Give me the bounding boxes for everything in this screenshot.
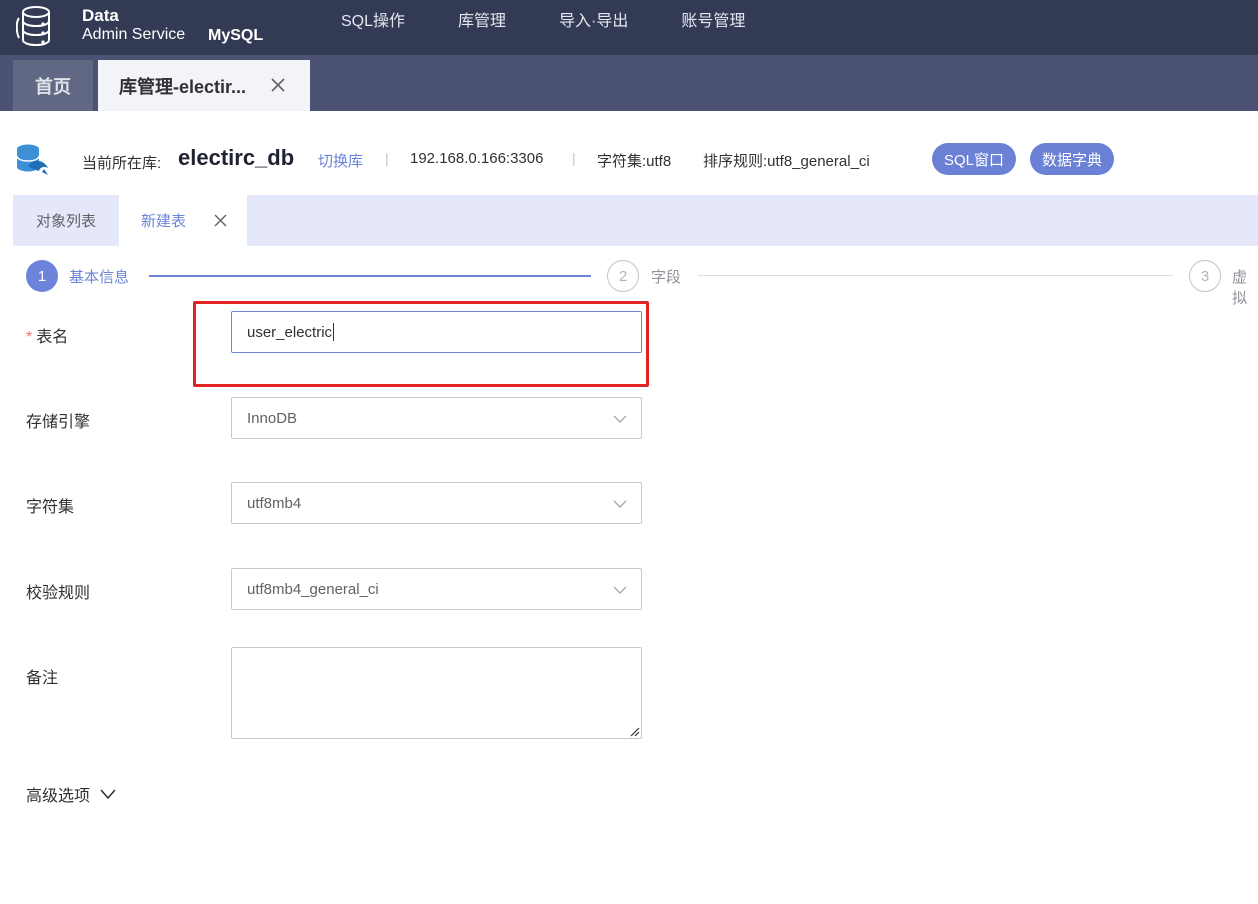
comment-textarea[interactable] (231, 647, 642, 739)
step-2-label: 字段 (651, 269, 682, 286)
advanced-options-label: 高级选项 (26, 788, 91, 805)
advanced-options-toggle[interactable]: 高级选项 (26, 782, 116, 806)
collation-value: utf8mb4_general_ci (247, 580, 379, 598)
top-bar: Data Admin Service MySQL SQL操作 库管理 导入·导出… (0, 0, 1258, 55)
text-caret (333, 323, 335, 341)
resize-grip-icon[interactable] (628, 725, 640, 737)
comment-label: 备注 (26, 670, 59, 687)
engine-value: InnoDB (247, 409, 298, 427)
collation-select[interactable]: utf8mb4_general_ci (231, 568, 642, 610)
tab-db-manage-label: 库管理-electir... (119, 76, 247, 97)
nav-account-manage[interactable]: 账号管理 (681, 12, 745, 32)
db-type-label: MySQL (208, 27, 264, 44)
step-connector (698, 275, 1173, 276)
step-2-circle: 2 (607, 260, 639, 292)
data-dictionary-button[interactable]: 数据字典 (1030, 143, 1114, 175)
tab-db-manage[interactable]: 库管理-electir... (98, 60, 310, 111)
table-name-label-text: 表名 (36, 329, 69, 346)
tab-new-table-label: 新建表 (141, 213, 187, 230)
step-3-circle: 3 (1189, 260, 1221, 292)
chevron-down-icon (613, 500, 627, 508)
divider: | (385, 150, 389, 166)
step-1-label: 基本信息 (69, 269, 130, 286)
db-info-bar: 当前所在库: electirc_db 切换库 | 192.168.0.166:3… (0, 111, 1258, 195)
tab-home[interactable]: 首页 (13, 60, 93, 111)
nav-sql-ops[interactable]: SQL操作 (341, 12, 405, 32)
host-address: 192.168.0.166:3306 (410, 150, 544, 167)
step-1-circle: 1 (26, 260, 58, 292)
close-icon[interactable] (269, 76, 287, 94)
chevron-down-icon (100, 789, 116, 800)
current-db-label: 当前所在库: (82, 155, 162, 172)
chevron-down-icon (613, 415, 627, 423)
step-connector (149, 275, 591, 277)
charset-value: utf8mb4 (247, 494, 302, 512)
close-icon[interactable] (213, 213, 228, 228)
sql-window-button[interactable]: SQL窗口 (932, 143, 1016, 175)
tab-object-list[interactable]: 对象列表 (13, 195, 119, 246)
table-name-value: user_electric (247, 323, 333, 341)
charset-label: 字符集 (26, 499, 75, 516)
table-name-label: * 表名 (26, 323, 68, 347)
mysql-db-icon (16, 144, 48, 175)
sub-tab-strip: 对象列表 新建表 (13, 195, 1258, 246)
db-collation: 排序规则:utf8_general_ci (703, 153, 870, 170)
divider: | (572, 150, 576, 166)
nav-import-export[interactable]: 导入·导出 (559, 12, 628, 32)
database-logo-icon (16, 6, 50, 47)
charset-select[interactable]: utf8mb4 (231, 482, 642, 524)
switch-db-link[interactable]: 切换库 (318, 150, 363, 171)
tab-new-table[interactable]: 新建表 (119, 195, 247, 246)
step-3-label: 虚拟 (1232, 269, 1248, 307)
current-db-name: electirc_db (178, 145, 295, 170)
nav-db-manage[interactable]: 库管理 (458, 12, 506, 32)
logo-title: Data (82, 6, 119, 25)
chevron-down-icon (613, 586, 627, 594)
logo-subtitle: Admin Service (82, 26, 186, 43)
collation-label: 校验规则 (26, 585, 91, 602)
required-mark: * (26, 329, 33, 346)
engine-label: 存储引擎 (26, 414, 91, 431)
page-tab-strip: 首页 库管理-electir... (0, 55, 1258, 111)
engine-select[interactable]: InnoDB (231, 397, 642, 439)
db-charset: 字符集:utf8 (597, 153, 672, 170)
top-nav: SQL操作 库管理 导入·导出 账号管理 (341, 12, 798, 32)
table-name-input[interactable]: user_electric (231, 311, 642, 353)
